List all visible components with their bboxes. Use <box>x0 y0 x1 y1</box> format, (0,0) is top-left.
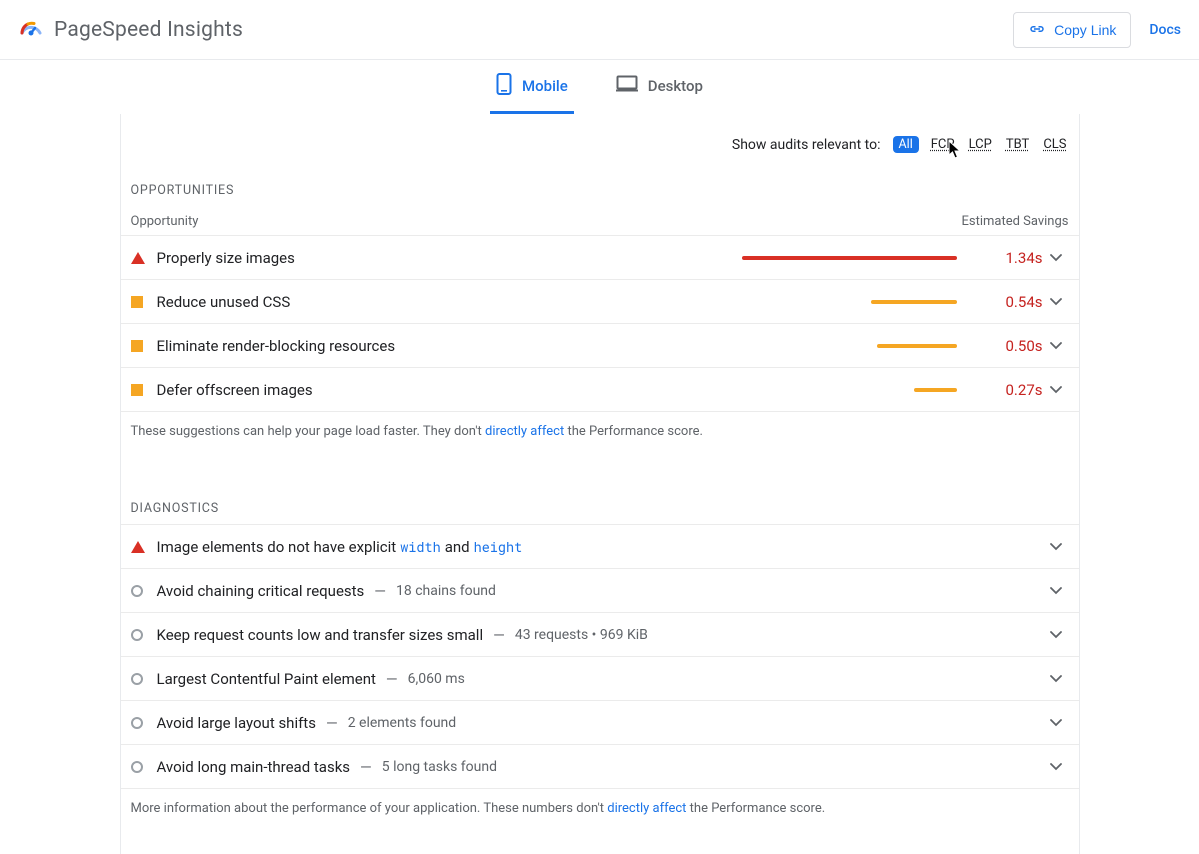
square-orange-icon <box>131 340 143 352</box>
opportunities-list: Properly size images 1.34s Reduce unused C… <box>121 235 1079 411</box>
savings-bar <box>677 256 971 260</box>
diagnostic-row[interactable]: Avoid chaining critical requests—18 chai… <box>121 568 1079 612</box>
diagnostic-sub: 43 requests • 969 KiB <box>515 627 648 643</box>
top-actions: Copy Link Docs <box>1013 12 1181 48</box>
opportunity-row[interactable]: Defer offscreen images 0.27s <box>121 367 1079 411</box>
tab-desktop-label: Desktop <box>648 77 703 95</box>
chevron-down-icon[interactable] <box>1043 587 1069 595</box>
chevron-down-icon[interactable] <box>1043 719 1069 727</box>
opportunity-row[interactable]: Eliminate render-blocking resources 0.50s <box>121 323 1079 367</box>
diagnostic-title: Avoid long main-thread tasks—5 long task… <box>157 758 677 776</box>
footnote-text-post: the Performance score. <box>564 424 703 439</box>
code-attr: height <box>474 538 523 556</box>
diagnostic-title: Keep request counts low and transfer siz… <box>157 626 677 644</box>
footnote-link[interactable]: directly affect <box>607 801 686 816</box>
mobile-icon <box>496 73 512 99</box>
device-tabs: Mobile Desktop <box>0 60 1199 114</box>
topbar: PageSpeed Insights Copy Link Docs <box>0 0 1199 60</box>
chevron-down-icon[interactable] <box>1043 763 1069 771</box>
report-panel: Show audits relevant to: All FCP LCP TBT… <box>120 114 1080 854</box>
docs-link[interactable]: Docs <box>1149 22 1181 38</box>
diagnostic-title: Avoid chaining critical requests—18 chai… <box>157 582 677 600</box>
psi-logo-icon <box>18 15 44 45</box>
chevron-down-icon[interactable] <box>1043 386 1069 394</box>
chevron-down-icon[interactable] <box>1043 675 1069 683</box>
diagnostic-sub: 6,060 ms <box>408 671 465 687</box>
audit-filter-row: Show audits relevant to: All FCP LCP TBT… <box>121 114 1079 159</box>
brand: PageSpeed Insights <box>18 15 243 45</box>
savings-value: 0.50s <box>971 337 1043 355</box>
diagnostics-heading: DIAGNOSTICS <box>121 447 1079 524</box>
chevron-down-icon[interactable] <box>1043 631 1069 639</box>
opportunity-row[interactable]: Reduce unused CSS 0.54s <box>121 279 1079 323</box>
diagnostic-sub: 18 chains found <box>396 583 496 599</box>
savings-value: 0.27s <box>971 381 1043 399</box>
chip-fcp[interactable]: FCP <box>929 136 957 153</box>
diagnostic-row[interactable]: Keep request counts low and transfer siz… <box>121 612 1079 656</box>
tab-mobile-label: Mobile <box>522 77 568 95</box>
diagnostic-row[interactable]: Image elements do not have explicit widt… <box>121 524 1079 568</box>
circle-gray-icon <box>131 585 143 597</box>
chevron-down-icon[interactable] <box>1043 543 1069 551</box>
desktop-icon <box>616 75 638 97</box>
diagnostic-sub: 5 long tasks found <box>382 759 497 775</box>
chevron-down-icon[interactable] <box>1043 298 1069 306</box>
triangle-red-icon <box>131 541 145 553</box>
opportunity-title: Eliminate render-blocking resources <box>157 337 677 355</box>
footnote-text-post: the Performance score. <box>686 801 825 816</box>
circle-gray-icon <box>131 673 143 685</box>
col-opportunity: Opportunity <box>131 214 199 229</box>
opportunity-title: Properly size images <box>157 249 677 267</box>
footnote-link[interactable]: directly affect <box>485 424 564 439</box>
diagnostics-footnote: More information about the performance o… <box>121 788 1079 824</box>
chevron-down-icon[interactable] <box>1043 254 1069 262</box>
copy-link-button[interactable]: Copy Link <box>1013 12 1131 48</box>
savings-bar <box>677 344 971 348</box>
chip-lcp[interactable]: LCP <box>967 136 994 153</box>
opportunities-column-header: Opportunity Estimated Savings <box>121 206 1079 235</box>
chip-all[interactable]: All <box>893 136 919 153</box>
savings-bar <box>677 388 971 392</box>
diagnostic-row[interactable]: Avoid long main-thread tasks—5 long task… <box>121 744 1079 788</box>
diagnostic-title: Image elements do not have explicit widt… <box>157 538 677 556</box>
tab-desktop[interactable]: Desktop <box>610 60 709 114</box>
brand-text: PageSpeed Insights <box>54 18 243 42</box>
diagnostic-row[interactable]: Largest Contentful Paint element—6,060 m… <box>121 656 1079 700</box>
diagnostic-title: Largest Contentful Paint element—6,060 m… <box>157 670 677 688</box>
diagnostic-row[interactable]: Avoid large layout shifts—2 elements fou… <box>121 700 1079 744</box>
chevron-down-icon[interactable] <box>1043 342 1069 350</box>
opportunities-heading: OPPORTUNITIES <box>121 159 1079 206</box>
opportunity-title: Reduce unused CSS <box>157 293 677 311</box>
savings-value: 1.34s <box>971 249 1043 267</box>
filter-chips: All FCP LCP TBT CLS <box>893 136 1069 153</box>
circle-gray-icon <box>131 761 143 773</box>
chip-tbt[interactable]: TBT <box>1004 136 1031 153</box>
footnote-text-pre: These suggestions can help your page loa… <box>131 424 486 439</box>
code-attr: width <box>400 538 441 556</box>
opportunity-row[interactable]: Properly size images 1.34s <box>121 235 1079 279</box>
circle-gray-icon <box>131 717 143 729</box>
filter-label: Show audits relevant to: <box>732 137 881 153</box>
circle-gray-icon <box>131 629 143 641</box>
triangle-red-icon <box>131 252 145 264</box>
tab-mobile[interactable]: Mobile <box>490 60 574 114</box>
diagnostic-title: Avoid large layout shifts—2 elements fou… <box>157 714 677 732</box>
copy-link-label: Copy Link <box>1054 22 1116 38</box>
link-icon <box>1028 22 1046 38</box>
square-orange-icon <box>131 384 143 396</box>
savings-bar <box>677 300 971 304</box>
diagnostics-list: Image elements do not have explicit widt… <box>121 524 1079 788</box>
diagnostic-sub: 2 elements found <box>348 715 457 731</box>
chip-cls[interactable]: CLS <box>1041 136 1068 153</box>
savings-value: 0.54s <box>971 293 1043 311</box>
footnote-text-pre: More information about the performance o… <box>131 801 608 816</box>
opportunities-footnote: These suggestions can help your page loa… <box>121 411 1079 447</box>
col-savings: Estimated Savings <box>961 214 1068 229</box>
square-orange-icon <box>131 296 143 308</box>
opportunity-title: Defer offscreen images <box>157 381 677 399</box>
